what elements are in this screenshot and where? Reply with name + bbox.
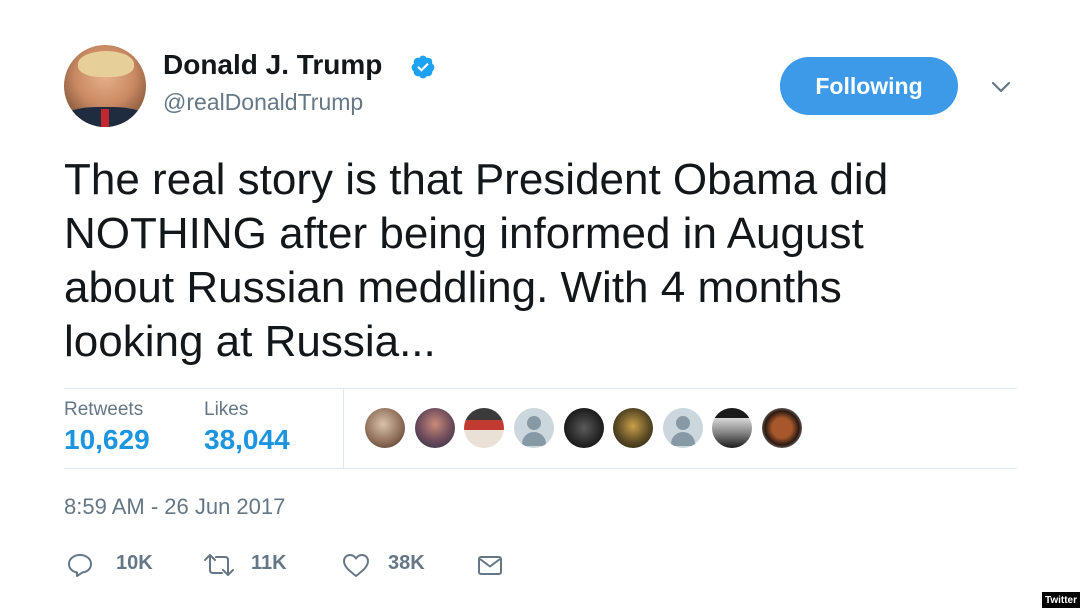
- retweet-button[interactable]: [202, 550, 236, 580]
- default-profile-icon[interactable]: [514, 408, 554, 448]
- stats-divider-bottom: [64, 468, 1017, 469]
- direct-message-button[interactable]: [476, 550, 504, 580]
- tweet-text: The real story is that President Obama d…: [64, 155, 889, 366]
- display-name[interactable]: Donald J. Trump: [163, 49, 382, 81]
- liker-avatar[interactable]: [415, 408, 455, 448]
- liker-avatar[interactable]: [712, 408, 752, 448]
- tweet-timestamp[interactable]: 8:59 AM - 26 Jun 2017: [64, 494, 285, 520]
- liker-avatar[interactable]: [762, 408, 802, 448]
- avatar-hair: [78, 51, 134, 77]
- avatar[interactable]: [64, 45, 146, 127]
- stats-vertical-divider: [343, 389, 344, 468]
- speech-bubble-icon: [68, 554, 92, 577]
- liker-avatar[interactable]: [613, 408, 653, 448]
- retweet-arrows-icon: [204, 554, 234, 576]
- envelope-icon: [478, 556, 502, 575]
- stats-divider-top: [64, 388, 1017, 389]
- like-count[interactable]: 38K: [388, 552, 425, 575]
- following-button[interactable]: Following: [780, 57, 958, 115]
- default-profile-icon[interactable]: [663, 408, 703, 448]
- verified-badge-icon: [411, 55, 435, 79]
- avatar-tie: [101, 109, 109, 127]
- reply-button[interactable]: [66, 550, 94, 580]
- chevron-down-icon[interactable]: [988, 76, 1014, 98]
- likes-label[interactable]: Likes: [204, 399, 248, 421]
- twitter-watermark: Twitter: [1042, 592, 1080, 608]
- likes-count[interactable]: 38,044: [204, 424, 290, 456]
- liker-avatar[interactable]: [464, 408, 504, 448]
- reply-count[interactable]: 10K: [116, 552, 153, 575]
- like-button[interactable]: [341, 550, 371, 580]
- liker-avatar[interactable]: [564, 408, 604, 448]
- user-handle[interactable]: @realDonaldTrump: [163, 89, 363, 116]
- retweet-count[interactable]: 11K: [251, 552, 287, 575]
- retweets-count[interactable]: 10,629: [64, 424, 150, 456]
- liker-avatar[interactable]: [365, 408, 405, 448]
- heart-icon: [343, 554, 369, 577]
- retweets-label[interactable]: Retweets: [64, 399, 143, 421]
